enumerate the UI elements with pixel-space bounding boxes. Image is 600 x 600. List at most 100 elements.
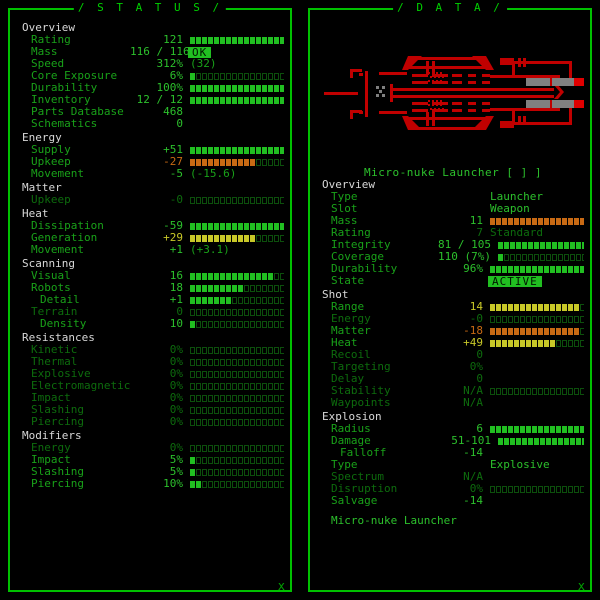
bar-cell-empty <box>562 339 567 347</box>
bar-cell-empty <box>274 456 279 464</box>
bar-cell-filled <box>496 425 501 433</box>
bar-cell-empty <box>256 158 261 166</box>
bar-cell-filled <box>550 303 555 311</box>
bar-cell-empty <box>214 456 219 464</box>
bar-cell-filled <box>510 241 515 249</box>
stat-bar <box>188 318 284 330</box>
bar-cell-empty <box>262 456 267 464</box>
bar-cell-empty <box>232 382 237 390</box>
bar-cell-empty <box>574 387 579 395</box>
bar-cell-empty <box>244 358 249 366</box>
bar-cell-filled <box>232 284 237 292</box>
bar-cell-empty <box>250 308 255 316</box>
bar-cell-empty <box>490 387 495 395</box>
bar-cell-empty <box>580 315 584 323</box>
bar-cell-empty <box>262 468 267 476</box>
bar-cell-filled <box>574 327 579 335</box>
stat-row: Type Launcher <box>322 191 584 203</box>
bar-cell-empty <box>268 480 273 488</box>
close-icon[interactable]: x <box>278 580 285 592</box>
bar-cell-filled <box>546 437 551 445</box>
bar-cell-empty <box>568 339 573 347</box>
bar-cell-filled <box>568 327 573 335</box>
bar-cell-empty <box>262 234 267 242</box>
bar-cell-filled <box>190 36 195 44</box>
item-footer-name: Micro-nuke Launcher <box>331 514 457 527</box>
bar-cell-filled <box>196 158 201 166</box>
bar-cell-empty <box>528 253 533 261</box>
bar-cell-empty <box>238 418 243 426</box>
bar-cell-empty <box>250 284 255 292</box>
bar-cell-empty <box>244 406 249 414</box>
bar-cell-filled <box>238 222 243 230</box>
bar-cell-empty <box>280 234 284 242</box>
bar-cell-filled <box>214 222 219 230</box>
bar-cell-empty <box>232 468 237 476</box>
bar-cell-empty <box>514 387 519 395</box>
stat-row: Density 10 <box>22 318 284 330</box>
bar-cell-empty <box>262 158 267 166</box>
bar-cell-filled <box>532 327 537 335</box>
bar-cell-empty <box>274 358 279 366</box>
bar-cell-filled <box>202 158 207 166</box>
bar-cell-filled <box>202 284 207 292</box>
bar-cell-empty <box>280 158 284 166</box>
bar-cell-empty <box>510 253 515 261</box>
bar-cell-filled <box>562 265 567 273</box>
stat-bar <box>188 380 284 392</box>
bar-cell-filled <box>510 437 515 445</box>
bar-cell-empty <box>232 418 237 426</box>
close-icon[interactable]: x <box>578 580 585 592</box>
bar-cell-empty <box>202 468 207 476</box>
micro-nuke-launcher-schematic <box>322 28 584 163</box>
bar-cell-filled <box>190 72 195 80</box>
stat-bar <box>188 94 284 106</box>
bar-cell-filled <box>196 84 201 92</box>
bar-cell-empty <box>262 196 267 204</box>
bar-cell-filled <box>568 425 573 433</box>
bar-cell-empty <box>196 394 201 402</box>
bar-cell-empty <box>550 315 555 323</box>
bar-cell-filled <box>190 234 195 242</box>
stat-value: 0 <box>176 117 183 130</box>
bar-cell-empty <box>520 315 525 323</box>
group-heading: Overview <box>322 178 375 191</box>
bar-cell-filled <box>214 296 219 304</box>
bar-cell-filled <box>582 241 584 249</box>
bar-cell-empty <box>190 370 195 378</box>
bar-cell-empty <box>244 418 249 426</box>
stat-bar <box>188 356 284 368</box>
bar-cell-empty <box>208 320 213 328</box>
stat-bar <box>188 82 284 94</box>
bar-cell-empty <box>238 468 243 476</box>
bar-cell-empty <box>262 394 267 402</box>
bar-cell-filled <box>526 265 531 273</box>
bar-cell-filled <box>508 303 513 311</box>
bar-cell-filled <box>238 96 243 104</box>
bar-cell-empty <box>268 468 273 476</box>
bar-cell-empty <box>238 308 243 316</box>
bar-cell-empty <box>250 196 255 204</box>
bar-cell-empty <box>238 394 243 402</box>
stat-label: Piercing <box>31 415 84 428</box>
stat-label: Upkeep <box>31 193 71 206</box>
bar-cell-filled <box>526 339 531 347</box>
stat-value: +1 <box>169 243 183 256</box>
bar-cell-empty <box>232 346 237 354</box>
bar-cell-filled <box>256 222 261 230</box>
bar-cell-empty <box>208 196 213 204</box>
stat-bar <box>188 294 284 306</box>
bar-cell-empty <box>196 456 201 464</box>
bar-cell-empty <box>268 406 273 414</box>
bar-cell-filled <box>556 265 561 273</box>
bar-cell-filled <box>522 241 527 249</box>
stat-bar <box>188 282 284 294</box>
bar-cell-filled <box>244 234 249 242</box>
bar-cell-filled <box>226 146 231 154</box>
bar-cell-empty <box>568 387 573 395</box>
bar-cell-empty <box>556 387 561 395</box>
bar-cell-filled <box>238 36 243 44</box>
bar-cell-empty <box>244 320 249 328</box>
bar-cell-empty <box>196 468 201 476</box>
bar-cell-empty <box>262 406 267 414</box>
